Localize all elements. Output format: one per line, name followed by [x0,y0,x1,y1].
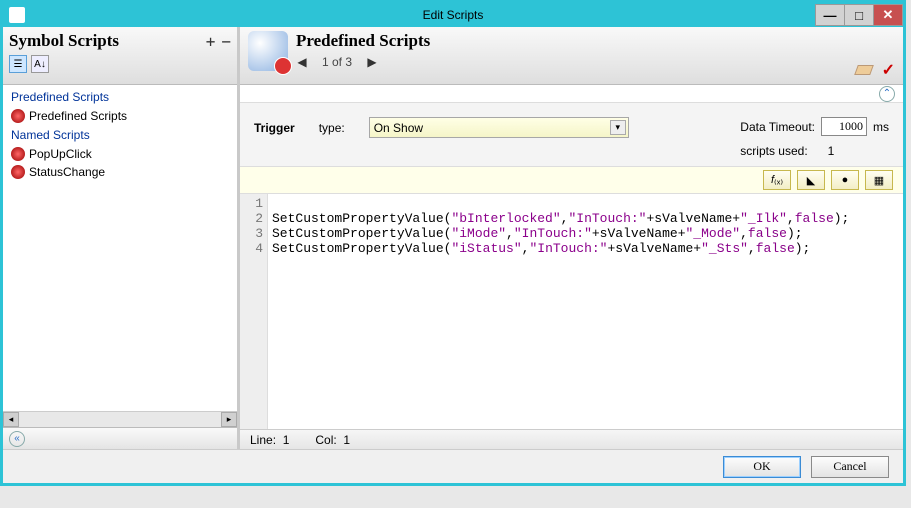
status-col-label: Col: [315,433,336,447]
tree-heading-named: Named Scripts [3,125,237,145]
minimize-button[interactable]: — [815,4,845,26]
tree-item-predefined-scripts[interactable]: Predefined Scripts [3,107,237,125]
script-editor[interactable]: 1234 SetCustomPropertyValue("bInterlocke… [240,194,903,429]
script-icon [11,147,25,161]
code-area[interactable]: SetCustomPropertyValue("bInterlocked","I… [268,194,903,429]
data-timeout-input[interactable] [821,117,867,136]
type-label: type: [319,121,345,135]
sort-az-icon[interactable]: A↓ [31,55,49,73]
maximize-button[interactable]: □ [844,4,874,26]
sidebar-title: Symbol Scripts [9,31,200,51]
status-col-value: 1 [343,433,350,447]
add-script-button[interactable]: + [206,32,216,51]
trigger-panel: Trigger type: On Show ▾ Data Timeout: ms [240,103,903,166]
sidebar-collapse-bar: « [3,427,237,449]
status-line-value: 1 [283,433,290,447]
main-title: Predefined Scripts [296,31,430,51]
app-icon [9,7,25,23]
clear-script-icon[interactable] [854,65,874,75]
scroll-right-icon[interactable]: ▸ [221,412,237,427]
editor-status-bar: Line: 1 Col: 1 [240,429,903,449]
tree-item-label: StatusChange [29,165,105,179]
script-icon [11,109,25,123]
trigger-label: Trigger [254,121,295,135]
tree-item-label: Predefined Scripts [29,109,127,123]
sidebar: Symbol Scripts + − ☰ A↓ Predefined Scrip… [3,27,240,449]
window-title: Edit Scripts [423,8,484,22]
status-line-label: Line: [250,433,276,447]
tree-heading-predefined: Predefined Scripts [3,87,237,107]
titlebar: Edit Scripts — □ ✕ [3,3,903,27]
scripts-used-label: scripts used: [740,144,807,158]
editor-toolbar: f₍ₓ₎ ◣ ● ▦ [240,166,903,194]
collapse-sidebar-icon[interactable]: « [9,431,25,447]
predefined-scripts-icon [248,31,288,71]
cancel-button[interactable]: Cancel [811,456,889,478]
tree-item-statuschange[interactable]: StatusChange [3,163,237,181]
dialog-footer: OK Cancel [3,449,903,483]
nav-position-label: 1 of 3 [322,55,352,69]
ok-button[interactable]: OK [723,456,801,478]
remove-script-button[interactable]: − [221,32,231,51]
data-timeout-unit: ms [873,120,889,134]
tree-item-label: PopUpClick [29,147,92,161]
edit-scripts-window: Edit Scripts — □ ✕ Symbol Scripts + − ☰ … [0,0,906,486]
data-timeout-label: Data Timeout: [740,120,815,134]
chevron-down-icon[interactable]: ▾ [610,120,626,135]
nav-next-button[interactable]: ▶ [366,55,378,69]
sidebar-h-scrollbar[interactable]: ◂ ▸ [3,411,237,427]
close-button[interactable]: ✕ [873,4,903,26]
grid-button[interactable]: ▦ [865,170,893,190]
scripts-used-value: 1 [828,144,835,158]
view-list-icon[interactable]: ☰ [9,55,27,73]
collapse-details-icon[interactable]: ⌃ [879,86,895,102]
validate-script-icon[interactable]: ✓ [882,60,895,80]
insert-tag-button[interactable]: ◣ [797,170,825,190]
scroll-left-icon[interactable]: ◂ [3,412,19,427]
nav-prev-button[interactable]: ◀ [296,55,308,69]
main-panel: Predefined Scripts ◀ 1 of 3 ▶ ✓ ⌃ [240,27,903,449]
tree-item-popupclick[interactable]: PopUpClick [3,145,237,163]
trigger-type-combo[interactable]: On Show ▾ [369,117,629,138]
script-icon [11,165,25,179]
sidebar-header: Symbol Scripts + − ☰ A↓ [3,27,237,85]
script-tree: Predefined Scripts Predefined Scripts Na… [3,85,237,411]
browse-button[interactable]: ● [831,170,859,190]
main-header: Predefined Scripts ◀ 1 of 3 ▶ ✓ [240,27,903,85]
trigger-type-value: On Show [374,121,423,135]
line-gutter: 1234 [240,194,268,429]
insert-function-button[interactable]: f₍ₓ₎ [763,170,791,190]
